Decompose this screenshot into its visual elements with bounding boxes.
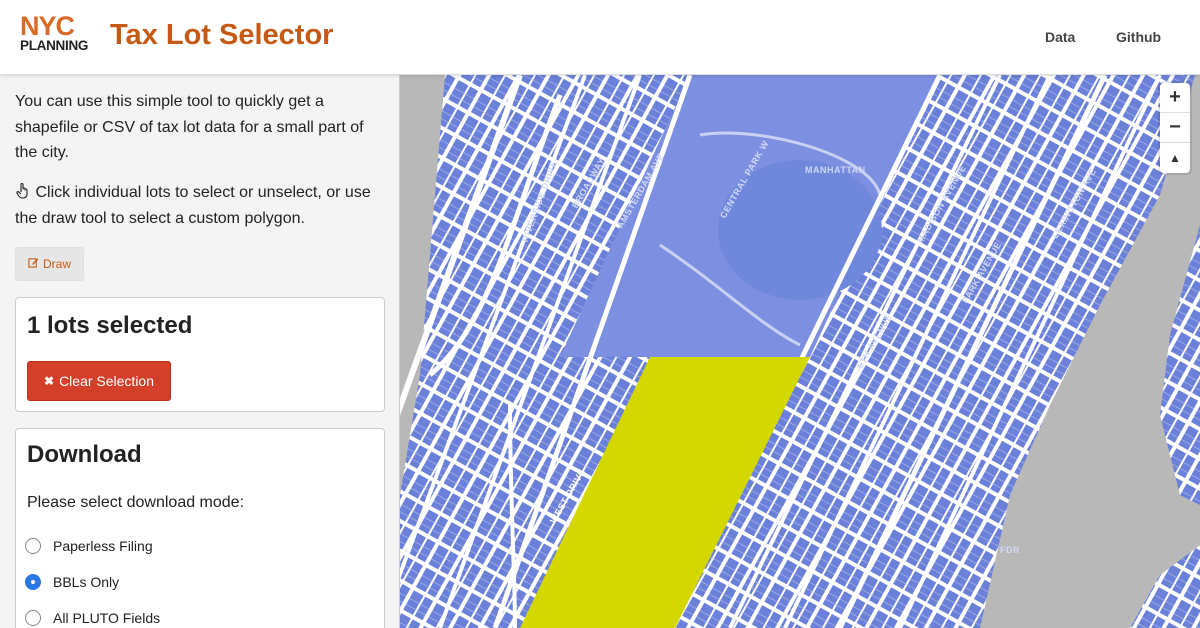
radio-button[interactable] bbox=[25, 538, 41, 554]
nyc-planning-logo[interactable]: NYC PLANNING bbox=[20, 11, 98, 55]
nav-data-link[interactable]: Data bbox=[1045, 29, 1075, 45]
app-title: Tax Lot Selector bbox=[110, 19, 334, 51]
close-icon: ✖ bbox=[44, 374, 55, 388]
radio-label: BBLs Only bbox=[53, 574, 120, 590]
map-canvas[interactable]: MANHATTAN FDR WEST DRIVE CENTRAL PARK W … bbox=[400, 75, 1200, 628]
download-prompt: Please select download mode: bbox=[27, 494, 245, 511]
clear-selection-button[interactable]: ✖ Clear Selection bbox=[27, 361, 171, 401]
radio-label: All PLUTO Fields bbox=[53, 610, 161, 626]
hint-text: Click individual lots to select or unsel… bbox=[15, 180, 385, 231]
zoom-in-button[interactable]: + bbox=[1160, 83, 1190, 113]
compass-reset-button[interactable]: ▲ bbox=[1160, 143, 1190, 173]
selected-count: 1 lots selected bbox=[27, 312, 193, 339]
draw-button-label: Draw bbox=[42, 257, 71, 271]
logo-planning-text: PLANNING bbox=[20, 38, 89, 53]
radio-bbls-only[interactable]: BBLs Only bbox=[25, 572, 119, 592]
radio-all-pluto-fields[interactable]: All PLUTO Fields bbox=[25, 608, 160, 628]
top-navbar: NYC PLANNING Tax Lot Selector Data Githu… bbox=[0, 0, 1200, 75]
sidebar: You can use this simple tool to quickly … bbox=[0, 75, 400, 628]
pointer-hand-icon bbox=[15, 182, 35, 201]
radio-label: Paperless Filing bbox=[53, 538, 153, 554]
radio-button[interactable] bbox=[25, 610, 41, 626]
edit-icon bbox=[28, 257, 39, 271]
label-fdr: FDR bbox=[1000, 545, 1020, 555]
map-zoom-controls: + − ▲ bbox=[1160, 83, 1190, 173]
radio-paperless-filing[interactable]: Paperless Filing bbox=[25, 536, 153, 556]
zoom-out-button[interactable]: − bbox=[1160, 113, 1190, 143]
hint-label: Click individual lots to select or unsel… bbox=[15, 184, 371, 227]
download-panel: Download Please select download mode: Pa… bbox=[15, 428, 385, 628]
clear-selection-label: Clear Selection bbox=[59, 373, 154, 389]
selection-panel: 1 lots selected ✖ Clear Selection bbox=[15, 297, 385, 412]
nav-github-link[interactable]: Github bbox=[1116, 29, 1161, 45]
draw-button[interactable]: Draw bbox=[15, 247, 84, 281]
radio-button[interactable] bbox=[25, 574, 41, 590]
map-tiles[interactable] bbox=[400, 75, 1200, 628]
intro-text: You can use this simple tool to quickly … bbox=[15, 93, 364, 161]
label-manhattan: MANHATTAN bbox=[805, 165, 866, 175]
download-heading: Download bbox=[27, 441, 142, 468]
